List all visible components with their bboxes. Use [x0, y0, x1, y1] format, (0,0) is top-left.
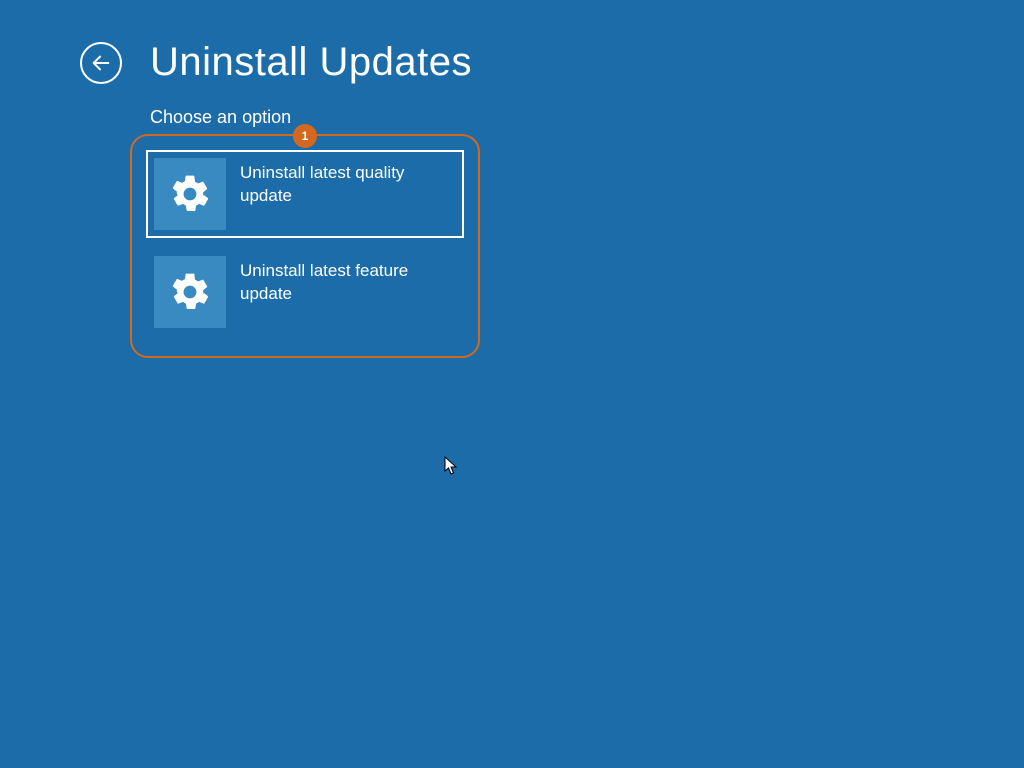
- gear-icon: [154, 256, 226, 328]
- options-callout-box: 1 Uninstall latest quality update Uninst…: [130, 134, 480, 358]
- gear-icon: [154, 158, 226, 230]
- option-label: Uninstall latest quality update: [240, 158, 456, 208]
- back-arrow-icon: [90, 52, 112, 74]
- option-uninstall-quality-update[interactable]: Uninstall latest quality update: [146, 150, 464, 238]
- page-title: Uninstall Updates: [150, 40, 472, 85]
- back-button[interactable]: [80, 42, 122, 84]
- option-uninstall-feature-update[interactable]: Uninstall latest feature update: [146, 248, 464, 336]
- option-label: Uninstall latest feature update: [240, 256, 456, 306]
- callout-badge: 1: [293, 124, 317, 148]
- page-subtitle: Choose an option: [150, 107, 1024, 128]
- mouse-cursor-icon: [444, 456, 458, 476]
